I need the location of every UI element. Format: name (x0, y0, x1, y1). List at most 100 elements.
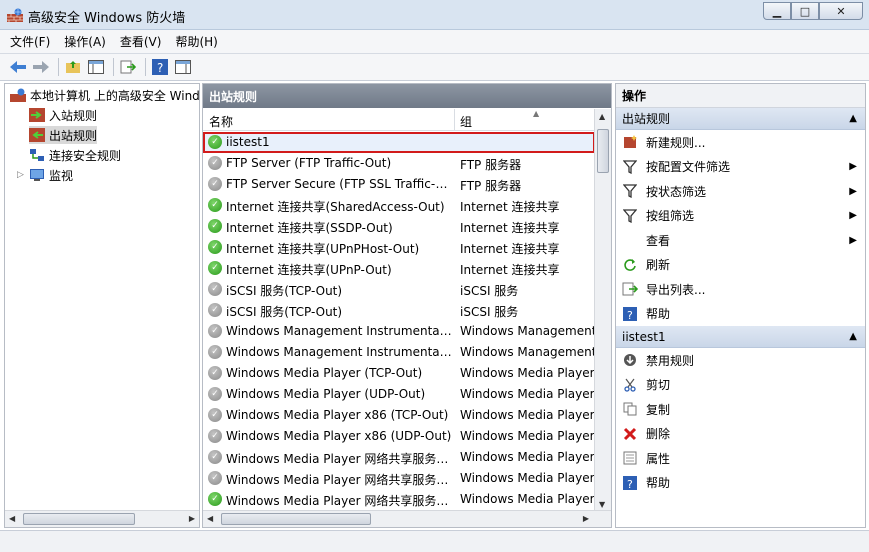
rule-group: FTP 服务器 (460, 158, 522, 172)
tree-item-outbound-rules[interactable]: 出站规则 (29, 126, 98, 144)
forward-icon[interactable] (31, 57, 51, 77)
disabled-rule-icon: ✓ (208, 156, 222, 170)
rule-row[interactable]: ✓ Windows Media Player x86 (TCP-Out) Windo… (203, 405, 595, 426)
tree-item-label: 监视 (49, 168, 74, 183)
tree-item-connection-security-rules[interactable]: 连接安全规则 (29, 146, 121, 164)
action-label: 帮助 (646, 307, 671, 322)
action-item[interactable]: 按配置文件筛选 ▶ (616, 155, 865, 180)
action-item[interactable]: 新建规则... (616, 130, 865, 155)
rule-row[interactable]: ✓ Windows Management Instrumentati... Wind… (203, 321, 595, 342)
rule-group: Internet 连接共享 (460, 242, 560, 256)
expand-arrow-icon[interactable]: ▷ (17, 170, 29, 180)
action-item[interactable]: 复制 (616, 397, 865, 422)
column-name[interactable]: 名称 (209, 113, 233, 130)
rule-group: Windows Media Player (460, 429, 595, 443)
menu-help[interactable]: 帮助(H) (175, 33, 217, 50)
action-label: 按配置文件筛选 (646, 160, 731, 175)
disabled-rule-icon: ✓ (208, 387, 222, 401)
rule-row[interactable]: ✓ Internet 连接共享(UPnP-Out) Internet 连接共享 (203, 258, 595, 279)
rule-group: Internet 连接共享 (460, 200, 560, 214)
rule-row[interactable]: ✓ iSCSI 服务(TCP-Out) iSCSI 服务 (203, 279, 595, 300)
minimize-button[interactable]: ▁ (763, 2, 791, 20)
new-rule-icon (622, 134, 638, 150)
rule-row[interactable]: ✓ Internet 连接共享(SharedAccess-Out) Internet… (203, 195, 595, 216)
scroll-thumb[interactable] (23, 513, 135, 525)
rule-row[interactable]: ✓ Windows Media Player 网络共享服务(... Windows … (203, 447, 595, 468)
show-hide-action-pane-icon[interactable] (173, 57, 193, 77)
menu-action[interactable]: 操作(A) (64, 33, 106, 50)
action-item[interactable]: 禁用规则 (616, 348, 865, 373)
rule-row[interactable]: ✓ FTP Server Secure (FTP SSL Traffic-Out)… (203, 174, 595, 195)
export-list-icon[interactable] (118, 57, 138, 77)
rules-vertical-scrollbar[interactable]: ▲ ▼ (594, 109, 611, 512)
action-item[interactable]: 刷新 (616, 253, 865, 278)
action-item[interactable]: 导出列表... (616, 277, 865, 302)
rules-horizontal-scrollbar[interactable]: ◀ ▶ (203, 510, 611, 527)
rule-name: FTP Server Secure (FTP SSL Traffic-Out) (226, 177, 452, 191)
actions-section-outbound[interactable]: 出站规则 ▲ (616, 108, 865, 130)
action-item[interactable]: ? 帮助 (616, 302, 865, 327)
action-item[interactable]: ? 帮助 (616, 471, 865, 496)
outbound-rules-icon (29, 128, 45, 142)
action-label: 按组筛选 (646, 209, 695, 224)
action-item[interactable]: 删除 (616, 422, 865, 447)
maximize-button[interactable]: □ (791, 2, 819, 20)
rule-name: iSCSI 服务(TCP-Out) (226, 305, 343, 319)
scroll-left-arrow[interactable]: ◀ (9, 514, 15, 523)
help-icon[interactable]: ? (150, 57, 170, 77)
action-item[interactable]: 剪切 (616, 373, 865, 398)
section-title: iistest1 (622, 329, 666, 344)
toolbar-divider (113, 58, 114, 76)
rule-row[interactable]: ✓ Internet 连接共享(SSDP-Out) Internet 连接共享 (203, 216, 595, 237)
scroll-thumb[interactable] (221, 513, 371, 525)
back-icon[interactable] (8, 57, 28, 77)
scroll-thumb[interactable] (597, 129, 609, 173)
up-folder-icon[interactable] (63, 57, 83, 77)
column-divider[interactable] (454, 109, 455, 131)
rule-row[interactable]: ✓ FTP Server (FTP Traffic-Out) FTP 服务器 (203, 153, 595, 174)
rule-row[interactable]: ✓ Windows Media Player (TCP-Out) Windows M… (203, 363, 595, 384)
tree-horizontal-scrollbar[interactable]: ◀ ▶ (5, 510, 199, 527)
action-item[interactable]: 按状态筛选 ▶ (616, 179, 865, 204)
rule-row[interactable]: ✓ iistest1 (203, 132, 595, 153)
menu-view[interactable]: 查看(V) (120, 33, 162, 50)
scroll-right-arrow[interactable]: ▶ (189, 514, 195, 523)
rule-row[interactable]: ✓ iSCSI 服务(TCP-Out) iSCSI 服务 (203, 300, 595, 321)
rule-row[interactable]: ✓ Internet 连接共享(UPnPHost-Out) Internet 连接共… (203, 237, 595, 258)
rule-name: Windows Media Player (UDP-Out) (226, 387, 426, 401)
actions-section-selected-rule[interactable]: iistest1 ▲ (616, 326, 865, 348)
action-item[interactable]: 属性 (616, 446, 865, 471)
rule-group: Windows Management (460, 324, 595, 338)
cut-icon (622, 377, 638, 393)
rule-name: Internet 连接共享(SSDP-Out) (226, 221, 393, 235)
tree-item-monitoring[interactable]: ▷ 监视 (17, 166, 73, 184)
action-item[interactable]: 按组筛选 ▶ (616, 204, 865, 229)
menu-file[interactable]: 文件(F) (10, 33, 50, 50)
rule-row[interactable]: ✓ Windows Media Player 网络共享服务(... Windows … (203, 468, 595, 489)
rule-name: Windows Media Player 网络共享服务(... (226, 494, 452, 508)
enabled-check-icon: ✓ (208, 240, 222, 254)
show-hide-console-tree-icon[interactable] (86, 57, 106, 77)
tree-root[interactable]: 本地计算机 上的高级安全 Wind (10, 86, 200, 104)
rule-name: iistest1 (226, 135, 270, 149)
scroll-down-arrow[interactable]: ▼ (599, 500, 605, 509)
rule-row[interactable]: ✓ Windows Media Player (UDP-Out) Windows M… (203, 384, 595, 405)
rule-row[interactable]: ✓ Windows Media Player 网络共享服务(... Windows … (203, 489, 595, 510)
scroll-up-arrow[interactable]: ▲ (599, 112, 605, 121)
tree-item-inbound-rules[interactable]: 入站规则 (29, 106, 97, 124)
rule-row[interactable]: ✓ Windows Management Instrumentati... Wind… (203, 342, 595, 363)
disabled-rule-icon: ✓ (208, 282, 222, 296)
collapse-icon[interactable]: ▲ (849, 331, 857, 342)
enabled-check-icon: ✓ (208, 492, 222, 506)
column-group[interactable]: 组 (460, 113, 472, 130)
collapse-icon[interactable]: ▲ (849, 113, 857, 124)
close-button[interactable]: ✕ (819, 2, 863, 20)
actions-title: 操作 (616, 84, 865, 108)
window-title: 高级安全 Windows 防火墙 (28, 11, 186, 26)
scroll-right-arrow[interactable]: ▶ (583, 514, 589, 523)
action-item[interactable]: 查看 ▶ (616, 228, 865, 253)
scroll-left-arrow[interactable]: ◀ (207, 514, 213, 523)
rule-row[interactable]: ✓ Windows Media Player x86 (UDP-Out) Windo… (203, 426, 595, 447)
action-label: 新建规则... (646, 135, 706, 150)
filter-icon (622, 208, 638, 224)
